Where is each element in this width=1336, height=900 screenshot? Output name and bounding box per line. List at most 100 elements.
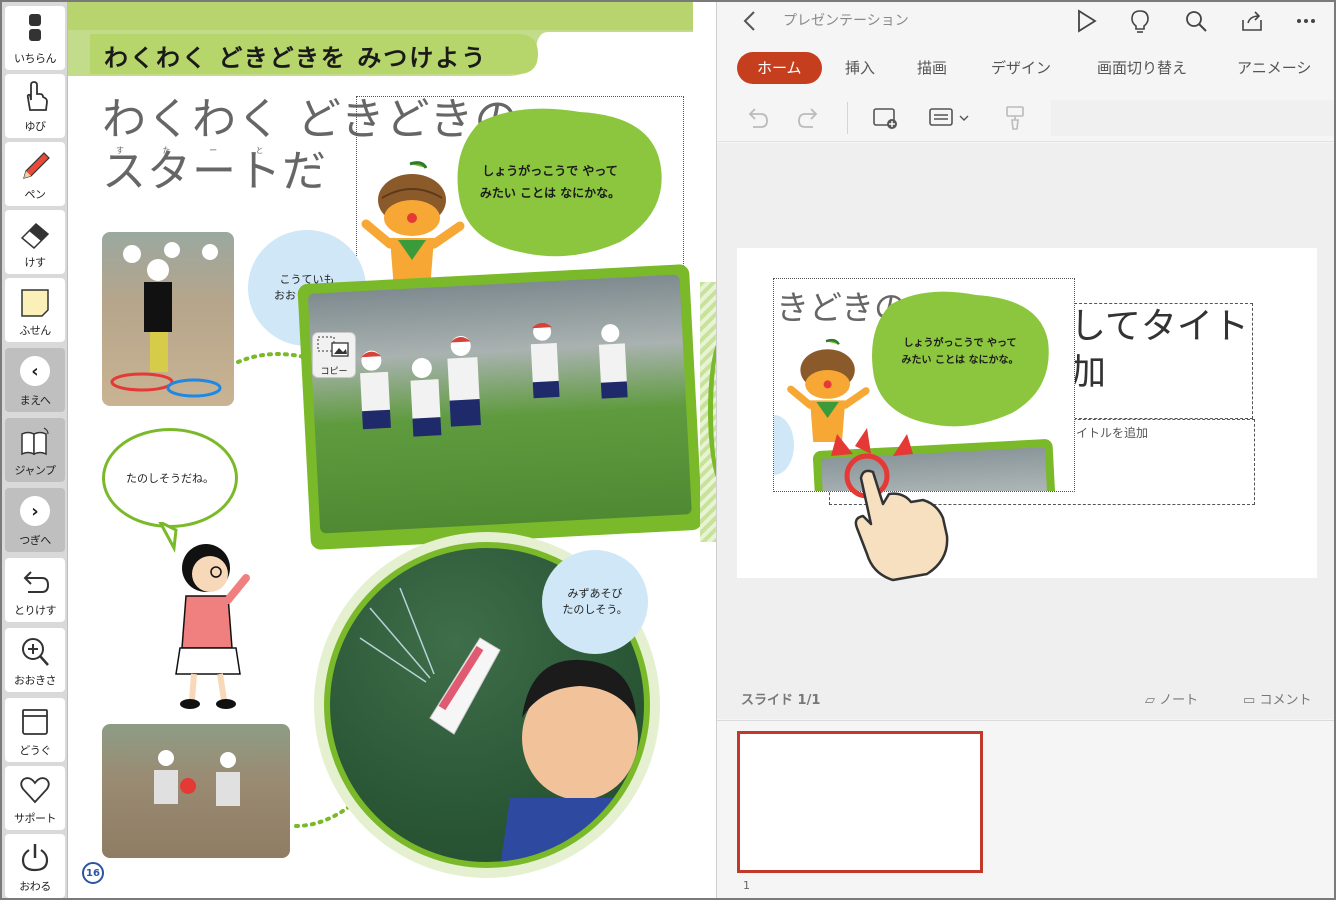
pasted-bubble-text: しょうがっこうで やって みたい ことは なにかな。 (880, 335, 1040, 369)
comments-button[interactable]: ▭ コメント (1243, 689, 1311, 708)
toolbar-button-finger[interactable]: ゆび (5, 74, 65, 138)
toolbar-label: ジャンプ (14, 464, 56, 477)
slide-thumbnail-1[interactable] (737, 731, 983, 873)
toolbar-label: つぎへ (19, 534, 51, 547)
toolbar-button-eraser[interactable]: けす (5, 210, 65, 274)
toolbar-button-zoom[interactable]: おおきさ (5, 628, 65, 692)
tap-gesture-hand-icon (831, 428, 949, 582)
girl-pointing-illustration (158, 522, 250, 709)
toolbar-label: とりけす (14, 604, 57, 617)
powerpoint-app: プレゼンテーション ホーム 挿入 描画 デザイン 画面切り替え アニメーシ して… (716, 2, 1334, 898)
bubble-water-play-text: みずあそび たのしそう。 (562, 587, 628, 616)
copy-image-button[interactable]: コピー (312, 332, 356, 378)
toolbar-label: いちらん (14, 52, 57, 65)
tab-animations[interactable]: アニメーシ (1237, 52, 1311, 84)
layout-dropdown-icon[interactable] (927, 104, 973, 137)
document-title: プレゼンテーション (783, 13, 909, 29)
screen-root: いちらん ゆび ペン けす ふせん ‹ まえへ ジャンプ › つぎへ とりけす … (0, 0, 1336, 900)
pointer-hand-icon (18, 80, 52, 116)
pen-icon (18, 148, 52, 184)
title-placeholder[interactable]: してタイト加 (1069, 303, 1253, 419)
ribbon-commands (717, 92, 1334, 142)
toolbar-button-jump[interactable]: ジャンプ (5, 418, 65, 482)
heart-icon (18, 772, 52, 808)
toolbar-label: サポート (14, 812, 57, 825)
page-number: 16 (82, 862, 104, 884)
lightbulb-icon[interactable] (1127, 8, 1153, 34)
copy-image-icon (317, 336, 349, 357)
chevron-left-icon: ‹ (20, 356, 50, 386)
toolbar-button-support[interactable]: サポート (5, 766, 65, 830)
share-icon[interactable] (1239, 8, 1265, 34)
photo-water-play-group (102, 724, 290, 858)
speech-bubble: たのしそうだね。 (102, 428, 238, 528)
toolbar-label: おおきさ (14, 674, 57, 687)
mascot-question-text: しょうがっこうで やって みたい ことは なにかな。 (479, 164, 621, 200)
toolbar-label: ゆび (24, 120, 47, 133)
list-icon (18, 12, 52, 48)
digital-textbook-toolbar: いちらん ゆび ペン けす ふせん ‹ まえへ ジャンプ › つぎへ とりけす … (2, 2, 68, 898)
toolbar-label: まえへ (19, 394, 51, 407)
eraser-icon (18, 216, 52, 252)
speech-bubble-text: たのしそうだね。 (126, 472, 214, 485)
subtitle-placeholder-text: イトルを追加 (1076, 426, 1149, 440)
toolbar-button-pen[interactable]: ペン (5, 142, 65, 206)
slide-canvas: してタイト加 イトルを追加 きどきの しょうがっこうで やって みたい ことは な… (717, 143, 1334, 719)
toolbar-label: けす (24, 256, 47, 269)
note-icon: ▱ (1145, 693, 1155, 708)
toolbar-button-sticky[interactable]: ふせん (5, 278, 65, 342)
toolbar-button-list[interactable]: いちらん (5, 6, 65, 70)
chevron-right-icon: › (20, 496, 50, 526)
toolbar-label: ペン (24, 188, 47, 201)
bubble-water-play: みずあそび たのしそう。 (542, 550, 648, 654)
toolbox-icon (18, 704, 52, 740)
book-jump-icon (18, 424, 52, 460)
notes-label: ノート (1159, 693, 1199, 708)
zoom-in-icon (18, 634, 52, 670)
unit-title: わくわく どきどきを みつけよう (104, 44, 488, 72)
format-painter-icon[interactable] (1001, 104, 1029, 137)
toolbar-button-exit[interactable]: おわる (5, 834, 65, 898)
back-chevron-icon[interactable] (737, 8, 763, 34)
sticky-note-icon (18, 284, 52, 320)
textbook-page: わくわく どきどきを みつけよう わくわく どきどきの スタートだ す た ー … (68, 2, 716, 898)
toolbar-button-undo[interactable]: とりけす (5, 558, 65, 622)
toolbar-label: どうぐ (19, 744, 51, 757)
ribbon-overflow-area (1051, 100, 1334, 136)
title-placeholder-text: してタイト加 (1070, 306, 1249, 393)
comments-label: コメント (1259, 693, 1312, 708)
play-icon[interactable] (1073, 8, 1099, 34)
toolbar-button-previous[interactable]: ‹ まえへ (5, 348, 65, 412)
toolbar-label: ふせん (19, 324, 51, 337)
new-slide-icon[interactable] (871, 104, 899, 137)
slide-counter: スライド 1/1 (741, 693, 821, 708)
power-icon (18, 840, 52, 876)
photo-kids-ring-game (102, 232, 234, 406)
undo-icon[interactable] (743, 104, 771, 137)
ribbon-divider (847, 102, 848, 134)
tab-insert[interactable]: 挿入 (845, 52, 875, 84)
slide-thumbnail-number: 1 (743, 879, 750, 892)
redo-icon[interactable] (795, 104, 823, 137)
toolbar-button-next[interactable]: › つぎへ (5, 488, 65, 552)
slide-1[interactable]: してタイト加 イトルを追加 きどきの しょうがっこうで やって みたい ことは な… (737, 248, 1317, 582)
copy-label: コピー (320, 367, 348, 377)
slide-thumbnail-panel: 1 (717, 720, 1334, 898)
comment-icon: ▭ (1243, 693, 1256, 708)
notes-button[interactable]: ▱ ノート (1145, 689, 1198, 708)
photo-frame-running (297, 263, 703, 551)
search-icon[interactable] (1183, 8, 1209, 34)
pasted-bubble-lines: しょうがっこうで やって みたい ことは なにかな。 (901, 338, 1019, 366)
toolbar-button-tools[interactable]: どうぐ (5, 698, 65, 762)
mascot-question: しょうがっこうで やって みたい ことは なにかな。 (450, 160, 650, 204)
undo-icon (18, 564, 52, 600)
tab-home[interactable]: ホーム (737, 52, 822, 84)
tab-draw[interactable]: 描画 (917, 52, 947, 84)
tab-transitions[interactable]: 画面切り替え (1097, 52, 1187, 84)
toolbar-label: おわる (19, 880, 51, 893)
more-options-icon[interactable] (1293, 8, 1319, 34)
photo-kids-running (307, 274, 692, 534)
ribbon-tabs: ホーム 挿入 描画 デザイン 画面切り替え アニメーシ (717, 46, 1334, 84)
app-title-bar: プレゼンテーション (717, 2, 1334, 40)
tab-design[interactable]: デザイン (991, 52, 1051, 84)
